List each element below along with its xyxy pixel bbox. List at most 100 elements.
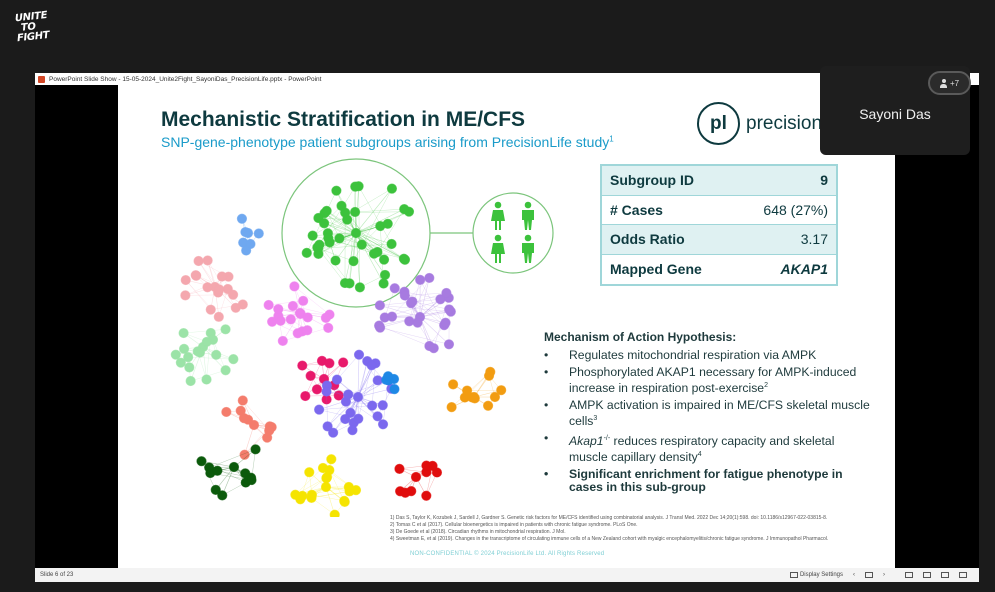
network-node — [246, 474, 257, 486]
network-node — [374, 320, 385, 331]
network-node — [220, 365, 231, 376]
slide-subtitle: SNP-gene-phenotype patient subgroups ari… — [161, 134, 614, 150]
network-node — [236, 213, 248, 224]
network-node — [348, 256, 359, 267]
status-controls: Display Settings ‹ › — [789, 568, 967, 582]
network-node — [220, 324, 231, 335]
network-node — [212, 465, 223, 476]
network-node — [302, 312, 313, 323]
display-settings-button[interactable]: Display Settings — [789, 572, 843, 578]
network-node — [305, 370, 316, 381]
table-value: 3.17 — [800, 231, 828, 248]
pl-mark-icon: pl — [697, 102, 740, 145]
network-node — [399, 204, 410, 215]
slideshow-icon[interactable] — [959, 572, 967, 578]
table-key: Odds Ratio — [610, 231, 685, 248]
network-node — [263, 299, 274, 311]
network-node — [448, 379, 459, 390]
network-node — [330, 255, 341, 266]
participant-count: +7 — [949, 78, 960, 88]
network-node — [331, 374, 343, 385]
participants-badge[interactable]: +7 — [928, 71, 971, 95]
network-node — [241, 245, 252, 256]
network-node — [264, 425, 275, 436]
brand-text: precision — [746, 112, 823, 134]
network-node — [180, 290, 191, 301]
logo-line: FIGHT — [16, 29, 50, 45]
subgroup-table: Subgroup ID 9 # Cases 648 (27%) Odds Rat… — [600, 164, 838, 286]
network-node — [400, 487, 411, 498]
unite-to-fight-logo: UNITE TO FIGHT — [14, 10, 62, 45]
network-node — [253, 228, 264, 239]
network-node — [301, 247, 312, 259]
network-node — [267, 316, 278, 327]
network-node — [321, 472, 333, 483]
hypothesis-list: • Regulates mitochondrial respiration vi… — [544, 349, 874, 494]
network-node — [379, 269, 391, 281]
network-node — [202, 282, 213, 293]
network-node — [378, 278, 389, 289]
network-node — [214, 284, 225, 295]
table-value: AKAP1 — [780, 261, 828, 278]
network-node — [240, 226, 251, 238]
slide-navigator-icon[interactable] — [865, 572, 873, 578]
network-node — [304, 467, 315, 478]
network-node — [178, 327, 189, 339]
network-node — [210, 484, 221, 495]
network-node — [331, 185, 342, 196]
patient-network-diagram — [170, 158, 554, 517]
network-node — [482, 400, 494, 411]
network-node — [377, 419, 389, 430]
normal-view-icon[interactable] — [905, 572, 913, 578]
item-text: AMPK activation is impaired in ME/CFS sk… — [569, 398, 870, 429]
network-node — [326, 454, 337, 465]
network-node — [339, 495, 350, 506]
cluster-salmon — [221, 395, 277, 460]
population-ring — [472, 192, 554, 274]
item-ref: 2 — [764, 382, 768, 389]
reference: 4) Sweetman E, et al (2019). Changes in … — [390, 536, 829, 542]
network-node — [399, 290, 410, 301]
participant-tile[interactable]: +7 Sayoni Das — [820, 66, 971, 155]
network-node — [323, 233, 334, 244]
network-node — [446, 402, 457, 413]
table-row: Odds Ratio 3.17 — [602, 225, 836, 255]
gene-name: Akap1 — [569, 434, 604, 449]
next-slide-button[interactable]: › — [883, 572, 885, 578]
network-node — [298, 295, 309, 306]
references: 1) Das S, Taylor K, Kozubek J, Sardell J… — [390, 515, 890, 543]
network-node — [394, 463, 405, 474]
status-bar: Slide 6 of 23 Display Settings ‹ › — [35, 568, 979, 582]
network-node — [350, 227, 362, 239]
network-node — [321, 205, 332, 216]
network-node — [205, 304, 216, 315]
previous-slide-button[interactable]: ‹ — [853, 572, 855, 578]
network-node — [201, 374, 212, 385]
network-node — [314, 404, 325, 415]
network-node — [347, 425, 358, 436]
cluster-dark-green — [196, 444, 261, 501]
network-node — [185, 375, 196, 387]
item-text: Significant enrichment for fatigue pheno… — [569, 467, 843, 495]
reference: 2) Tomas C et al (2017). Cellular bioene… — [390, 522, 638, 528]
network-node — [353, 349, 365, 360]
network-node — [320, 481, 332, 493]
reading-view-icon[interactable] — [941, 572, 949, 578]
cluster-blue — [236, 213, 264, 256]
network-node — [307, 230, 318, 241]
powerpoint-icon — [38, 75, 45, 83]
network-node — [302, 325, 313, 336]
bullet: • — [544, 398, 549, 413]
network-node — [320, 312, 331, 323]
slide-sorter-icon[interactable] — [923, 572, 931, 578]
male-person-icon — [522, 201, 534, 230]
network-node — [377, 400, 388, 411]
network-node — [275, 315, 286, 326]
mechanism-hypothesis: Mechanism of Action Hypothesis: • Regula… — [544, 330, 874, 498]
network-node — [277, 335, 288, 347]
network-node — [180, 274, 191, 286]
list-item: • Significant enrichment for fatigue phe… — [544, 468, 874, 494]
item-ref: 4 — [697, 451, 702, 459]
participant-name: Sayoni Das — [859, 106, 931, 122]
network-node — [319, 218, 330, 229]
